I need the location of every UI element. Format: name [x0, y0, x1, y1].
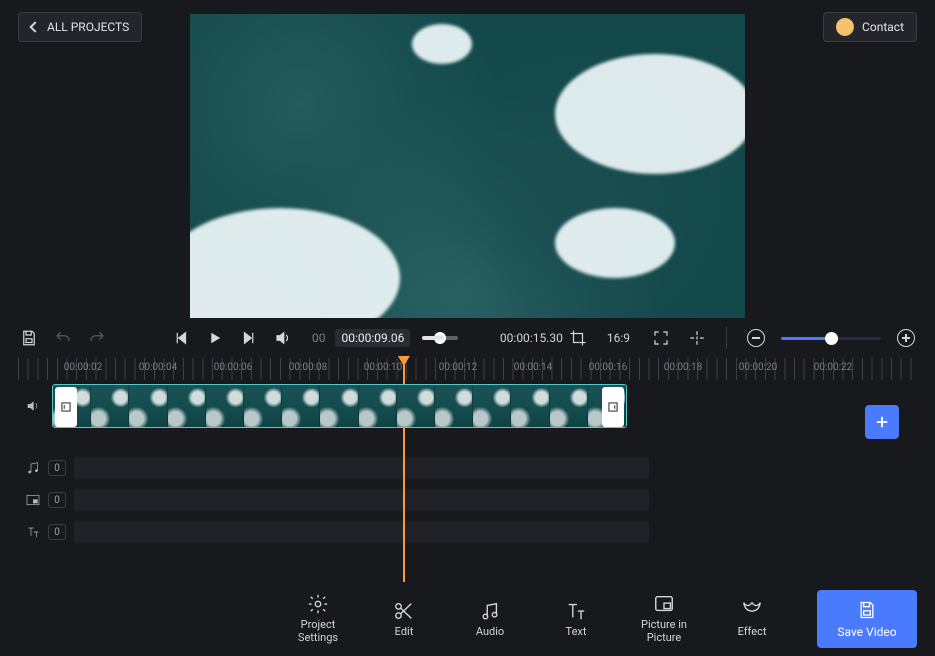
- redo-icon[interactable]: [86, 327, 108, 349]
- clip-trim-right-handle[interactable]: [602, 387, 624, 427]
- text-tool[interactable]: Text: [548, 600, 604, 639]
- text-track-icon: [18, 524, 48, 540]
- music-icon: [479, 600, 501, 622]
- pip-track-lane[interactable]: [74, 489, 649, 511]
- timecode-total: 00:00:15.30: [500, 331, 563, 345]
- pip-track-icon: [18, 492, 48, 508]
- audio-track-count: 0: [48, 460, 66, 476]
- effect-tool[interactable]: Effect: [724, 600, 780, 639]
- project-settings-tool[interactable]: Project Settings: [290, 593, 346, 644]
- ruler-tick-label: 00:00:06: [214, 362, 253, 373]
- pip-track-count: 0: [48, 492, 66, 508]
- fullscreen-icon[interactable]: [650, 327, 672, 349]
- zoom-out-icon[interactable]: [745, 327, 767, 349]
- chevron-left-icon: [29, 21, 40, 32]
- contact-icon: [836, 18, 854, 36]
- clip-trim-left-handle[interactable]: [55, 387, 77, 427]
- text-track-count: 0: [48, 524, 66, 540]
- add-track-button[interactable]: [865, 405, 899, 439]
- aspect-ratio-label[interactable]: 16:9: [607, 331, 630, 345]
- zoom-slider[interactable]: [781, 337, 881, 340]
- video-clip[interactable]: 00:00:15 100%: [52, 384, 627, 428]
- save-video-button[interactable]: Save Video: [817, 590, 917, 648]
- audio-tool[interactable]: Audio: [462, 600, 518, 639]
- scissors-icon: [393, 600, 415, 622]
- save-video-label: Save Video: [837, 625, 896, 639]
- ruler-tick-label: 00:00:14: [514, 362, 553, 373]
- save-icon: [857, 600, 877, 620]
- audio-track-lane[interactable]: [74, 457, 649, 479]
- undo-icon[interactable]: [52, 327, 74, 349]
- text-label: Text: [566, 626, 587, 639]
- pip-icon: [653, 593, 675, 615]
- pip-label: Picture in Picture: [641, 619, 687, 644]
- effect-icon: [741, 600, 763, 622]
- next-frame-icon[interactable]: [238, 327, 260, 349]
- all-projects-button[interactable]: ALL PROJECTS: [18, 12, 142, 42]
- ruler-tick-label: 00:00:10: [364, 362, 403, 373]
- video-preview[interactable]: [190, 14, 745, 318]
- audio-label: Audio: [476, 626, 504, 639]
- snap-icon[interactable]: [686, 327, 708, 349]
- volume-icon[interactable]: [272, 327, 294, 349]
- effect-label: Effect: [738, 626, 767, 639]
- ruler-tick-label: 00:00:04: [139, 362, 178, 373]
- timecode-zero: 00: [312, 331, 326, 345]
- ruler-tick-label: 00:00:22: [814, 362, 853, 373]
- text-icon: [565, 600, 587, 622]
- zoom-in-icon[interactable]: [895, 327, 917, 349]
- audio-track-icon: [18, 460, 48, 476]
- crop-icon[interactable]: [567, 327, 589, 349]
- project-settings-label: Project Settings: [298, 619, 338, 644]
- text-track-lane[interactable]: [74, 521, 649, 543]
- timecode-current[interactable]: 00:00:09.06: [335, 329, 410, 347]
- timeline-ruler[interactable]: 00:00:02 00:00:04 00:00:06 00:00:08 00:00:10…: [18, 358, 917, 380]
- ruler-tick-label: 00:00:12: [439, 362, 478, 373]
- contact-label: Contact: [862, 20, 904, 34]
- video-track-mute-icon[interactable]: [18, 398, 48, 414]
- play-icon[interactable]: [204, 327, 226, 349]
- ruler-tick-label: 00:00:20: [739, 362, 778, 373]
- progress-slider[interactable]: [422, 336, 458, 340]
- ruler-tick-label: 00:00:18: [664, 362, 703, 373]
- contact-button[interactable]: Contact: [823, 12, 917, 42]
- previous-frame-icon[interactable]: [170, 327, 192, 349]
- all-projects-label: ALL PROJECTS: [47, 20, 129, 34]
- save-project-icon[interactable]: [18, 327, 40, 349]
- edit-label: Edit: [395, 626, 414, 639]
- gear-icon: [307, 593, 329, 615]
- ruler-tick-label: 00:00:16: [589, 362, 628, 373]
- ruler-tick-label: 00:00:02: [64, 362, 103, 373]
- picture-in-picture-tool[interactable]: Picture in Picture: [634, 593, 694, 644]
- edit-tool[interactable]: Edit: [376, 600, 432, 639]
- ruler-tick-label: 00:00:08: [289, 362, 328, 373]
